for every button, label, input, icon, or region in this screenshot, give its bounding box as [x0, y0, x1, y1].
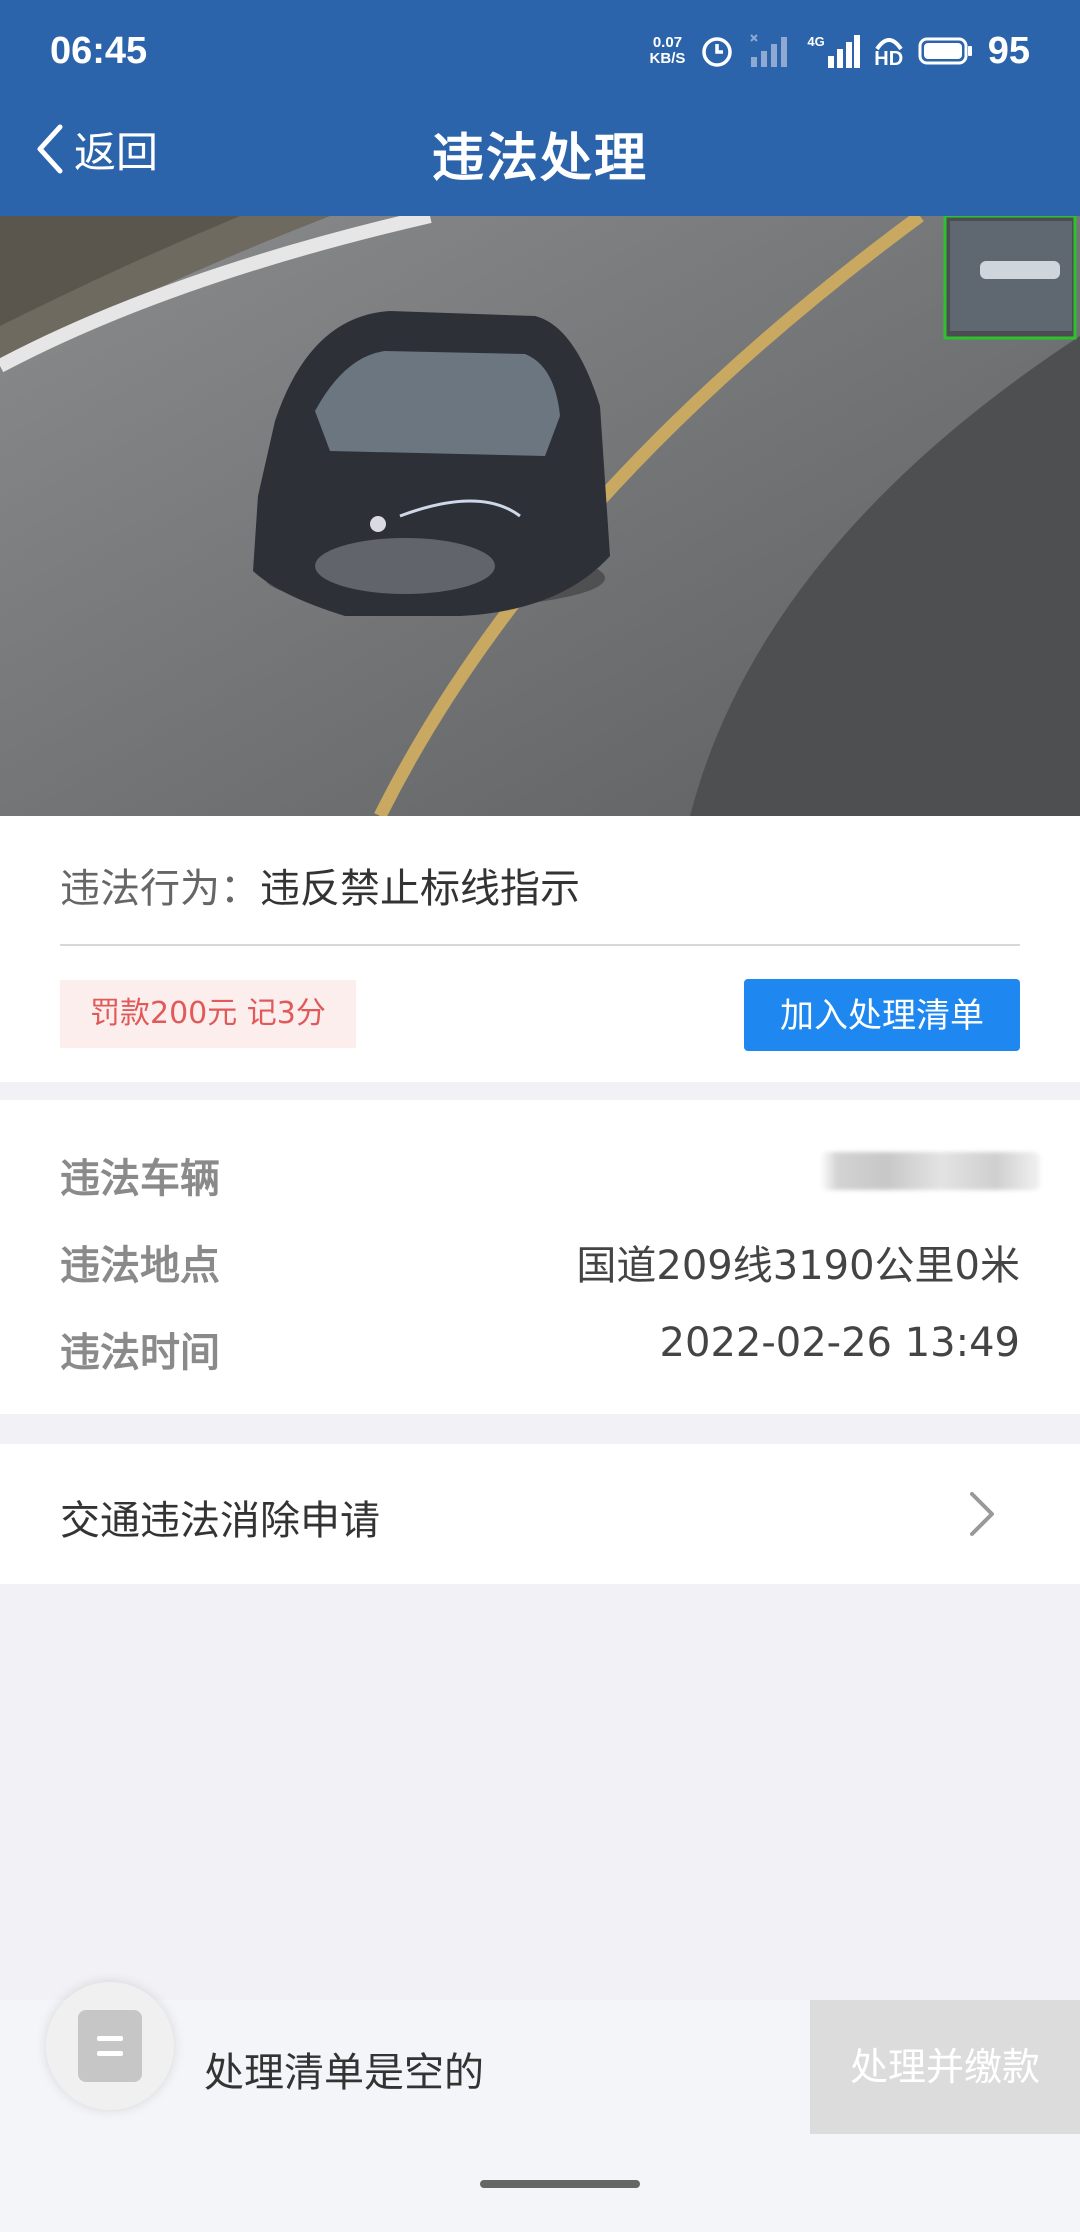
empty-list-text: 处理清单是空的 — [204, 2050, 484, 2096]
violation-behavior-label: 违法行为： — [60, 866, 260, 912]
status-time: 06:45 — [50, 30, 148, 72]
signal-4g-icon: 4G — [807, 34, 860, 68]
network-speed: 0.07 KB/S — [649, 34, 686, 67]
violation-behavior-value: 违反禁止标线指示 — [260, 866, 580, 912]
list-icon[interactable] — [46, 1982, 174, 2110]
detail-row-vehicle: 违法车辆 — [60, 1146, 1040, 1206]
penalty-badge: 罚款200元 记3分 — [60, 980, 356, 1048]
detail-row-time: 违法时间 2022-02-26 13:49 — [60, 1320, 1020, 1380]
plate-redacted — [820, 1152, 1040, 1190]
app-header: 06:45 0.07 KB/S 4G HD 95 返回 违法处理 — [0, 0, 1080, 216]
bottom-bar: 处理清单是空的 处理并缴款 — [0, 1982, 1080, 2232]
violation-behavior: 违法行为：违反禁止标线指示 — [60, 856, 580, 914]
status-icons: 0.07 KB/S 4G HD 95 — [650, 26, 1030, 76]
battery-icon — [918, 37, 972, 65]
detail-label: 违法时间 — [60, 1330, 220, 1376]
process-and-pay-button[interactable]: 处理并缴款 — [810, 2000, 1080, 2134]
detail-label: 违法车辆 — [60, 1156, 220, 1202]
violation-card: 违法行为：违反禁止标线指示 罚款200元 记3分 加入处理清单 — [0, 816, 1080, 1082]
signal-weak-icon — [750, 34, 788, 67]
chevron-right-icon — [970, 1492, 994, 1536]
violation-details: 违法车辆 违法地点 国道209线3190公里0米 违法时间 2022-02-26… — [0, 1100, 1080, 1414]
add-to-list-button[interactable]: 加入处理清单 — [744, 979, 1020, 1051]
elimination-request-row[interactable]: 交通违法消除申请 — [0, 1444, 1080, 1584]
alarm-icon — [702, 37, 733, 67]
elimination-request-label: 交通违法消除申请 — [60, 1498, 380, 1544]
hd-call-icon: HD — [874, 34, 904, 69]
detail-value: 国道209线3190公里0米 — [576, 1243, 1020, 1289]
battery-level: 95 — [987, 29, 1030, 72]
violation-photo[interactable] — [0, 216, 1080, 816]
detail-value: 2022-02-26 13:49 — [659, 1320, 1020, 1366]
home-indicator[interactable] — [480, 2180, 640, 2188]
detail-row-location: 违法地点 国道209线3190公里0米 — [60, 1233, 1020, 1293]
divider — [60, 944, 1020, 946]
detail-label: 违法地点 — [60, 1243, 220, 1289]
page-title: 违法处理 — [431, 129, 648, 189]
